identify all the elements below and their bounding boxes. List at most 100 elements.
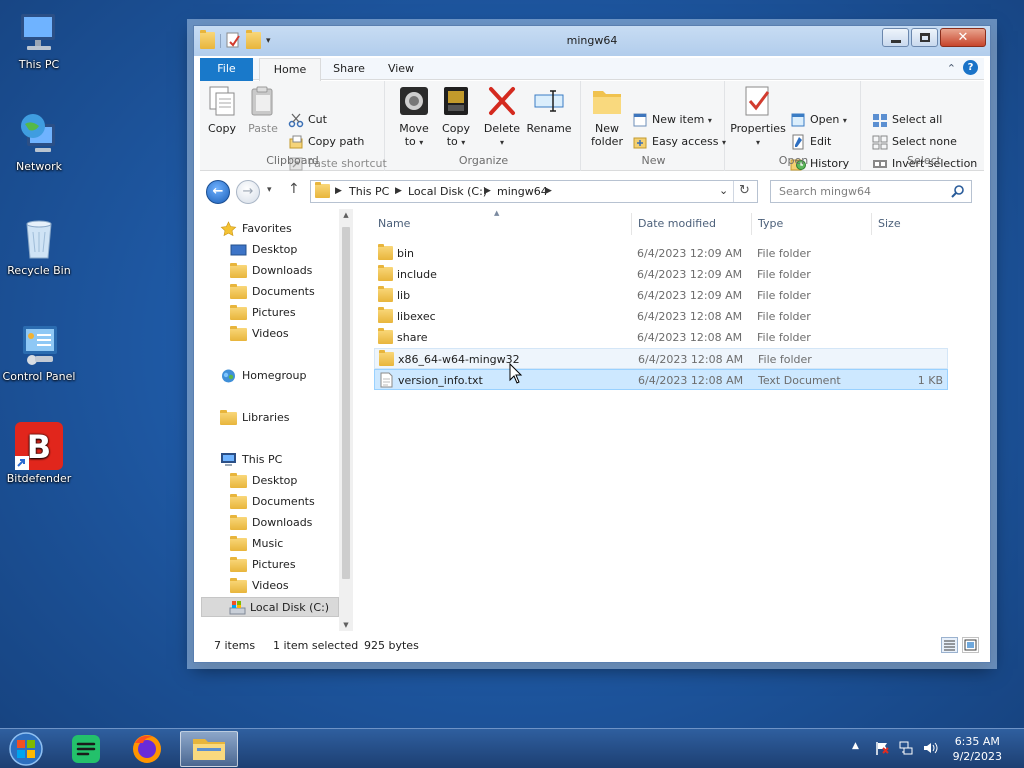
volume-icon[interactable]	[922, 740, 938, 759]
properties-button[interactable]: Properties ▾	[730, 85, 786, 149]
help-icon[interactable]: ?	[963, 60, 978, 75]
nav-homegroup[interactable]: Homegroup	[220, 366, 306, 386]
table-row[interactable]: version_info.txt 6/4/2023 12:08 AM Text Do…	[374, 369, 948, 390]
select-none-button[interactable]: Select none	[872, 133, 957, 151]
back-button[interactable]: ←	[206, 180, 230, 204]
status-selection: 1 item selected	[273, 639, 359, 652]
breadcrumb-chevron-icon[interactable]: ▶	[545, 186, 552, 196]
breadcrumb-chevron-icon[interactable]: ▶	[335, 186, 342, 196]
cut-button[interactable]: Cut	[288, 111, 327, 129]
table-row[interactable]: share 6/4/2023 12:08 AM File folder	[374, 327, 948, 348]
address-dropdown-icon[interactable]: ⌄	[719, 184, 728, 197]
nav-pc-documents[interactable]: Documents	[230, 492, 315, 512]
nav-pc-videos[interactable]: Videos	[230, 576, 289, 596]
nav-favorites-desktop[interactable]: Desktop	[230, 240, 297, 260]
new-item-button[interactable]: New item ▾	[632, 111, 712, 129]
breadcrumb-chevron-icon[interactable]: ▶	[484, 186, 491, 196]
delete-button[interactable]: Delete ▾	[482, 85, 522, 149]
tab-share[interactable]: Share	[324, 58, 374, 81]
nav-pc-music[interactable]: Music	[230, 534, 283, 554]
table-row[interactable]: libexec 6/4/2023 12:08 AM File folder	[374, 306, 948, 327]
nav-item-label: Downloads	[252, 264, 313, 277]
copy-path-button[interactable]: Copy path	[288, 133, 364, 151]
table-row[interactable]: bin 6/4/2023 12:09 AM File folder	[374, 243, 948, 264]
nav-pc-downloads[interactable]: Downloads	[230, 513, 312, 533]
new-folder-button[interactable]: New folder	[588, 85, 626, 148]
close-button[interactable]: ✕	[940, 28, 986, 47]
nav-pc-pictures[interactable]: Pictures	[230, 555, 296, 575]
file-date-modified: 6/4/2023 12:09 AM	[637, 289, 743, 302]
breadcrumb-this-pc[interactable]: This PC	[349, 185, 389, 198]
column-header-size[interactable]: Size	[878, 217, 901, 230]
forward-button[interactable]: →	[236, 180, 260, 204]
search-icon[interactable]	[951, 184, 965, 201]
breadcrumb-mingw64[interactable]: mingw64	[497, 185, 548, 198]
nav-favorites-videos[interactable]: Videos	[230, 324, 289, 344]
nav-libraries[interactable]: Libraries	[220, 408, 290, 428]
breadcrumb-local-disk[interactable]: Local Disk (C:)	[408, 185, 487, 198]
easy-access-button[interactable]: Easy access ▾	[632, 133, 726, 151]
large-icons-view-button[interactable]	[962, 637, 979, 653]
desktop-icon-network[interactable]: Network	[2, 110, 76, 173]
open-button[interactable]: Open ▾	[790, 111, 847, 129]
desktop-icon-recycle-bin[interactable]: Recycle Bin	[2, 214, 76, 277]
desktop-icon-control-panel[interactable]: Control Panel	[2, 320, 76, 383]
navigation-bar: ← → ▾ ↑ ▶ This PC ▶ Local Disk (C:) ▶ mi…	[200, 178, 984, 204]
select-all-label: Select all	[892, 113, 943, 126]
scrollbar-thumb[interactable]	[342, 227, 350, 579]
table-row[interactable]: include 6/4/2023 12:09 AM File folder	[374, 264, 948, 285]
nav-favorites-downloads[interactable]: Downloads	[230, 261, 312, 281]
file-date-modified: 6/4/2023 12:09 AM	[637, 247, 743, 260]
rename-button[interactable]: Rename	[526, 85, 572, 135]
nav-favorites-pictures[interactable]: Pictures	[230, 303, 296, 323]
action-center-flag-icon[interactable]	[874, 740, 890, 759]
network-status-icon[interactable]	[898, 740, 914, 759]
start-button[interactable]	[6, 731, 50, 767]
file-type: Text Document	[758, 374, 841, 387]
recent-locations-button[interactable]: ▾	[267, 185, 272, 195]
move-to-button[interactable]: Move to ▾	[396, 85, 432, 149]
system-clock[interactable]: 6:35 AM 9/2/2023	[953, 734, 1002, 764]
scroll-down-icon[interactable]: ▼	[339, 621, 353, 629]
minimize-ribbon-icon[interactable]: ⌃	[947, 62, 956, 75]
nav-favorites[interactable]: Favorites	[220, 219, 292, 239]
table-row[interactable]: lib 6/4/2023 12:09 AM File folder	[374, 285, 948, 306]
nav-this-pc[interactable]: This PC	[220, 450, 282, 470]
taskbar-notes-app[interactable]	[64, 731, 108, 767]
copy-button[interactable]: Copy	[204, 85, 240, 135]
desktop-icon-this-pc[interactable]: This PC	[2, 8, 76, 71]
nav-pc-local-disk[interactable]: Local Disk (C:)	[201, 597, 339, 617]
nav-favorites-documents[interactable]: Documents	[230, 282, 315, 302]
address-bar[interactable]: ▶ This PC ▶ Local Disk (C:) ▶ mingw64 ▶ …	[310, 180, 758, 203]
navigation-pane-scrollbar[interactable]: ▲ ▼	[339, 209, 353, 631]
tab-home[interactable]: Home	[259, 58, 321, 81]
column-header-type[interactable]: Type	[758, 217, 783, 230]
select-all-button[interactable]: Select all	[872, 111, 942, 129]
breadcrumb-chevron-icon[interactable]: ▶	[395, 186, 402, 196]
maximize-button[interactable]	[911, 28, 938, 47]
table-row[interactable]: x86_64-w64-mingw32 6/4/2023 12:08 AM File …	[374, 348, 948, 369]
tab-file[interactable]: File	[200, 58, 253, 81]
nav-pc-desktop[interactable]: Desktop	[230, 471, 297, 491]
column-header-date-modified[interactable]: Date modified	[638, 217, 716, 230]
title-bar[interactable]: ▾ mingw64 ✕	[194, 26, 990, 56]
show-hidden-icons-button[interactable]: ▲	[852, 741, 859, 751]
search-box[interactable]: Search mingw64	[770, 180, 972, 203]
status-bar: 7 items 1 item selected 925 bytes	[200, 632, 984, 658]
details-view-button[interactable]	[941, 637, 958, 653]
file-date-modified: 6/4/2023 12:08 AM	[637, 310, 743, 323]
scroll-up-icon[interactable]: ▲	[339, 211, 353, 219]
search-input[interactable]: Search mingw64	[779, 185, 871, 198]
desktop-icon-bitdefender[interactable]: B Bitdefender	[2, 422, 76, 485]
tab-view[interactable]: View	[376, 58, 426, 81]
refresh-icon[interactable]: ↻	[739, 183, 750, 198]
paste-button[interactable]: Paste	[244, 85, 282, 135]
file-type: File folder	[757, 268, 811, 281]
taskbar-firefox[interactable]	[124, 731, 170, 767]
minimize-button[interactable]	[882, 28, 909, 47]
column-header-name[interactable]: Name	[378, 217, 410, 230]
taskbar-file-explorer[interactable]	[180, 731, 238, 767]
edit-button[interactable]: Edit	[790, 133, 831, 151]
copy-to-button[interactable]: Copy to ▾	[438, 85, 474, 149]
up-arrow-icon[interactable]: ↑	[288, 181, 300, 197]
